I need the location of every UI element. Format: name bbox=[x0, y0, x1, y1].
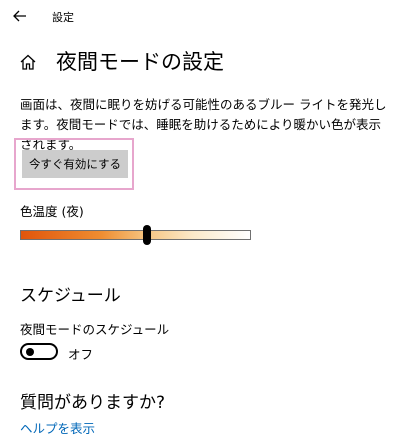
back-button[interactable] bbox=[10, 6, 30, 26]
slider-thumb[interactable] bbox=[143, 225, 152, 245]
color-temperature-slider[interactable] bbox=[20, 230, 251, 240]
schedule-toggle[interactable] bbox=[20, 343, 58, 360]
help-section-title: 質問がありますか? bbox=[20, 393, 166, 413]
toggle-knob bbox=[26, 347, 34, 356]
page-title: 夜間モードの設定 bbox=[56, 50, 224, 74]
schedule-toggle-label: 夜間モードのスケジュール bbox=[20, 322, 170, 337]
back-arrow-icon bbox=[13, 10, 26, 22]
color-temperature-label: 色温度 (夜) bbox=[20, 204, 84, 219]
home-icon bbox=[20, 54, 36, 70]
schedule-section-title: スケジュール bbox=[20, 286, 121, 306]
enable-now-button[interactable]: 今すぐ有効にする bbox=[22, 150, 128, 178]
window-title: 設定 bbox=[52, 11, 74, 24]
help-link[interactable]: ヘルプを表示 bbox=[20, 418, 95, 437]
title-bar: 設定 bbox=[0, 0, 400, 32]
enable-button-highlight: 今すぐ有効にする bbox=[14, 138, 134, 190]
schedule-toggle-state: オフ bbox=[68, 347, 94, 362]
